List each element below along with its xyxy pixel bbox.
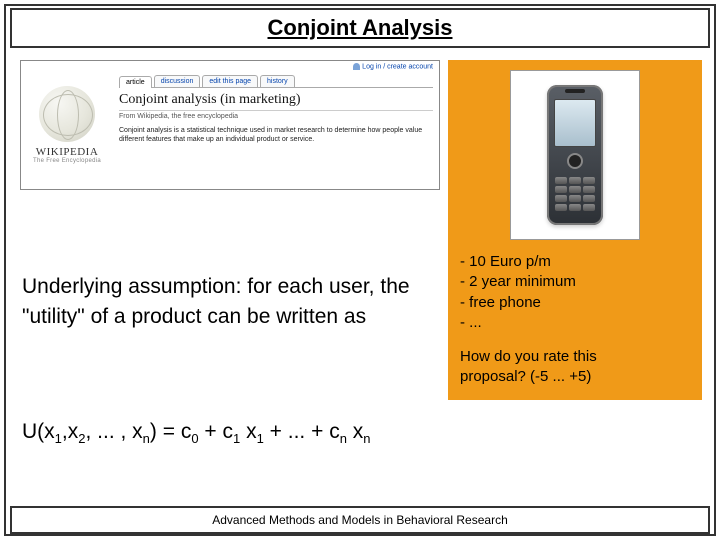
phone-icon <box>547 85 603 225</box>
proposal-question-line2: proposal? (-5 ... +5) <box>460 367 690 387</box>
phone-earpiece <box>565 89 585 93</box>
wikipedia-article-pane: Log in / create account article discussi… <box>113 61 439 189</box>
phone-navkey <box>567 153 583 169</box>
wikipedia-from-line: From Wikipedia, the free encyclopedia <box>119 113 433 120</box>
wikipedia-wordmark: WIKIPEDIA <box>36 146 99 158</box>
proposal-question: How do you rate this proposal? (-5 ... +… <box>460 347 690 388</box>
proposal-bullet: - 10 Euro p/m <box>460 252 690 272</box>
assumption-text: Underlying assumption: for each user, th… <box>22 272 422 333</box>
slide-title: Conjoint Analysis <box>268 15 453 41</box>
proposal-bullet: - free phone <box>460 293 690 313</box>
utility-formula: U(x1,x2, ... , xn) = c0 + c1 x1 + ... + … <box>22 420 371 446</box>
footer-text: Advanced Methods and Models in Behaviora… <box>212 513 508 527</box>
wikipedia-globe-icon <box>39 86 95 142</box>
phone-keypad <box>555 177 595 211</box>
proposal-panel: O₂ - 10 Euro p/m - 2 year minimum - free… <box>448 60 702 400</box>
wikipedia-tab-article: article <box>119 76 152 88</box>
wikipedia-article-body: Conjoint analysis is a statistical techn… <box>119 126 433 144</box>
wikipedia-login-text: Log in / create account <box>362 63 433 70</box>
wikipedia-screenshot: WIKIPEDIA The Free Encyclopedia Log in /… <box>20 60 440 190</box>
wikipedia-article-title: Conjoint analysis (in marketing) <box>119 92 433 111</box>
title-bar: Conjoint Analysis <box>10 8 710 48</box>
wikipedia-tab-edit: edit this page <box>202 75 258 87</box>
phone-image-card: O₂ <box>510 70 640 240</box>
wikipedia-logo-block: WIKIPEDIA The Free Encyclopedia <box>21 61 113 189</box>
proposal-question-line1: How do you rate this <box>460 347 690 367</box>
proposal-bullet: - 2 year minimum <box>460 272 690 292</box>
wikipedia-login-link: Log in / create account <box>353 63 433 70</box>
wikipedia-tab-discussion: discussion <box>154 75 201 87</box>
footer-bar: Advanced Methods and Models in Behaviora… <box>10 506 710 534</box>
proposal-bullets: - 10 Euro p/m - 2 year minimum - free ph… <box>460 252 690 333</box>
proposal-bullet: - ... <box>460 313 690 333</box>
person-icon <box>353 63 360 70</box>
wikipedia-tab-history: history <box>260 75 295 87</box>
wikipedia-tagline: The Free Encyclopedia <box>33 158 101 164</box>
phone-screen <box>554 99 596 147</box>
wikipedia-tabs: article discussion edit this page histor… <box>119 75 433 88</box>
